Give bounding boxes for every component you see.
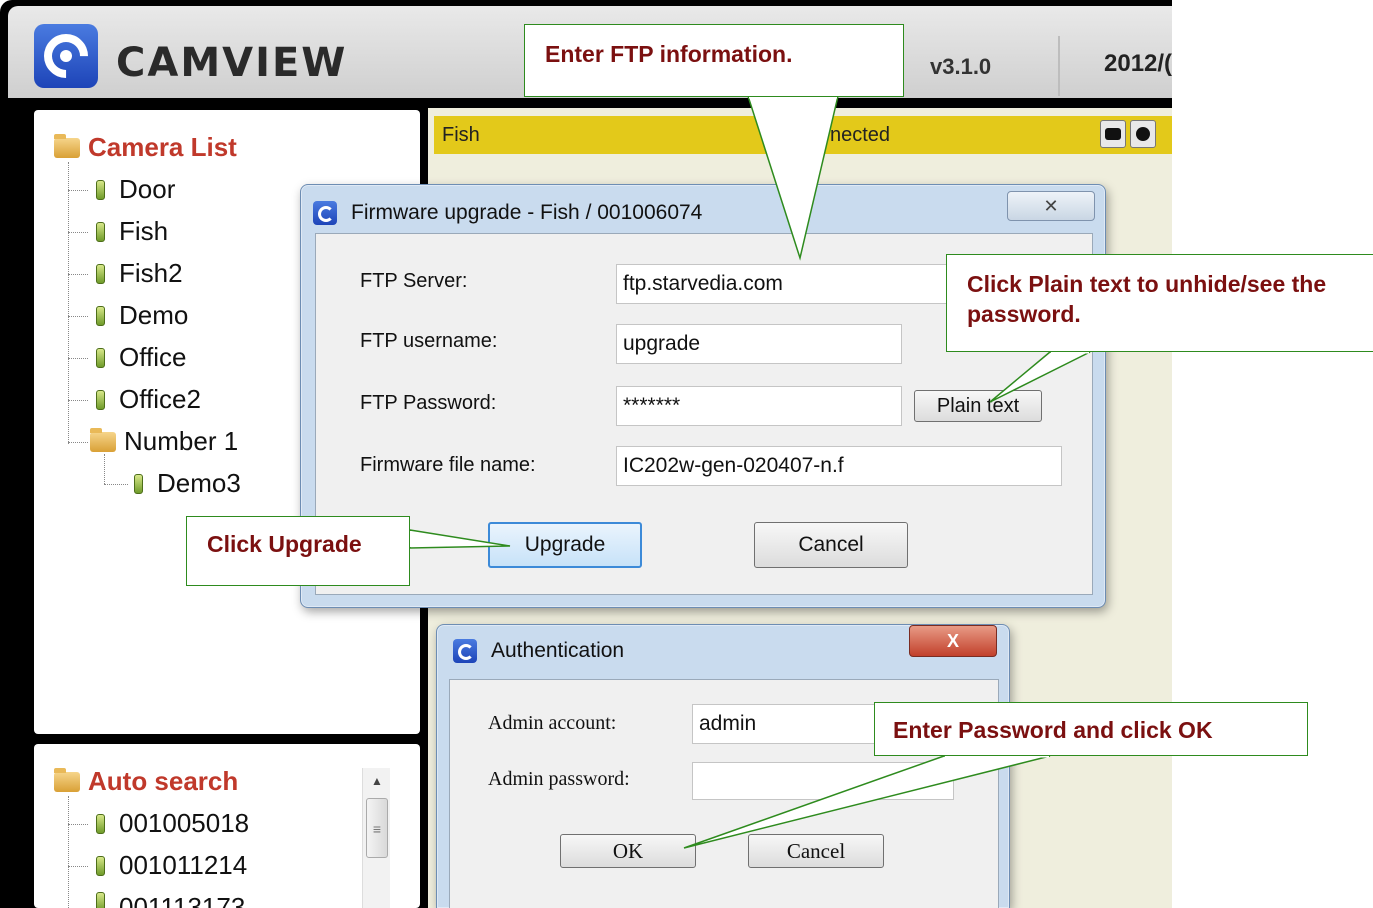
tree-connector xyxy=(68,442,88,443)
tree-connector xyxy=(68,400,88,401)
camview-app-icon xyxy=(313,201,337,225)
callout-auth-text: Enter Password and click OK xyxy=(893,717,1213,743)
camera-group-label: Number 1 xyxy=(124,426,239,456)
ftp-password-input[interactable]: ******* xyxy=(616,386,902,426)
camview-app-icon xyxy=(453,639,477,663)
firmware-filename-label: Firmware file name: xyxy=(360,454,536,476)
firmware-dialog-titlebar: Firmware upgrade - Fish / 001006074 xyxy=(313,201,702,225)
camera-icon xyxy=(96,813,105,834)
camera-icon xyxy=(96,855,105,876)
camera-item-label: Demo xyxy=(119,300,189,330)
tree-connector xyxy=(68,866,88,867)
scroll-up-arrow-icon[interactable]: ▲ xyxy=(363,768,391,794)
app-title: CAMVIEW xyxy=(116,40,348,86)
camera-item-fish[interactable]: Fish xyxy=(96,216,168,247)
tree-connector xyxy=(68,316,88,317)
callout-ftp-info: Enter FTP information. xyxy=(524,24,904,97)
tree-connector xyxy=(68,824,88,825)
auto-search-item-label: 001113173 xyxy=(119,892,246,908)
folder-icon xyxy=(54,767,80,792)
camera-item-demo3[interactable]: Demo3 xyxy=(134,468,241,499)
upgrade-button[interactable]: Upgrade xyxy=(488,522,642,568)
camera-icon xyxy=(134,473,143,494)
camera-item-label: Fish xyxy=(119,216,169,246)
callout-auth: Enter Password and click OK xyxy=(874,702,1308,756)
camera-icon xyxy=(96,179,105,200)
tree-connector xyxy=(68,232,88,233)
admin-account-label: Admin account: xyxy=(488,712,617,734)
camera-item-office2[interactable]: Office2 xyxy=(96,384,201,415)
folder-icon xyxy=(90,427,116,452)
camera-item-fish2[interactable]: Fish2 xyxy=(96,258,183,289)
camera-list-title: Camera List xyxy=(88,132,237,162)
camera-item-office[interactable]: Office xyxy=(96,342,186,373)
camera-name: Fish xyxy=(442,124,480,146)
callout-ftp-info-text: Enter FTP information. xyxy=(545,41,793,67)
admin-password-label: Admin password: xyxy=(488,768,630,790)
app-date: 2012/( xyxy=(1104,50,1172,77)
camera-item-demo[interactable]: Demo xyxy=(96,300,188,331)
ftp-username-label: FTP username: xyxy=(360,330,498,352)
camera-list-header[interactable]: Camera List xyxy=(54,132,237,163)
auto-search-item-label: 001011214 xyxy=(119,850,248,880)
auto-search-title: Auto search xyxy=(88,766,239,796)
record-icon[interactable] xyxy=(1130,120,1156,148)
camera-icon xyxy=(96,892,105,908)
firmware-upgrade-dialog: Firmware upgrade - Fish / 001006074 ✕ FT… xyxy=(300,184,1106,608)
plain-text-button[interactable]: Plain text xyxy=(914,390,1042,422)
auth-cancel-button[interactable]: Cancel xyxy=(748,834,884,868)
callout-plain-text-text: Click Plain text to unhide/see the passw… xyxy=(967,271,1327,327)
tree-connector xyxy=(104,484,128,485)
snapshot-icon[interactable] xyxy=(1100,120,1126,148)
auth-dialog-titlebar: Authentication xyxy=(453,639,624,663)
app-version: v3.1.0 xyxy=(930,54,992,79)
camera-item-label: Fish2 xyxy=(119,258,183,288)
camera-icon xyxy=(96,389,105,410)
camera-item-door[interactable]: Door xyxy=(96,174,175,205)
camera-icon xyxy=(96,263,105,284)
auto-search-item[interactable]: 001113173 xyxy=(96,892,245,908)
tree-connector xyxy=(104,454,105,484)
camview-logo-icon xyxy=(34,24,98,88)
ftp-server-label: FTP Server: xyxy=(360,270,468,292)
camera-status: nected xyxy=(830,124,891,146)
callout-upgrade: Click Upgrade xyxy=(186,516,410,586)
ftp-server-input[interactable]: ftp.starvedia.com xyxy=(616,264,962,304)
auto-search-item[interactable]: 001011214 xyxy=(96,850,247,881)
auto-search-item-label: 001005018 xyxy=(119,808,250,838)
header-divider xyxy=(1058,36,1060,96)
cancel-button[interactable]: Cancel xyxy=(754,522,908,568)
admin-password-input[interactable] xyxy=(692,762,954,800)
camera-item-label: Door xyxy=(119,174,176,204)
camera-item-label: Demo3 xyxy=(157,468,241,498)
ftp-username-input[interactable]: upgrade xyxy=(616,324,902,364)
camera-group-number1[interactable]: Number 1 xyxy=(90,426,238,457)
scroll-thumb[interactable]: ≡ xyxy=(366,798,388,858)
tree-connector xyxy=(68,796,69,908)
camera-icon xyxy=(96,347,105,368)
camera-icon xyxy=(96,305,105,326)
auto-search-item[interactable]: 001005018 xyxy=(96,808,249,839)
tree-connector xyxy=(68,358,88,359)
close-icon[interactable]: ✕ xyxy=(1007,191,1095,221)
camera-title-bar: Fish nected xyxy=(434,116,1172,154)
tree-connector xyxy=(68,162,69,444)
camera-item-label: Office2 xyxy=(119,384,201,414)
auto-search-header[interactable]: Auto search xyxy=(54,766,238,797)
tree-connector xyxy=(68,190,88,191)
authentication-dialog: Authentication X Admin account: admin Ad… xyxy=(436,624,1010,908)
tree-connector xyxy=(68,274,88,275)
auth-dialog-title: Authentication xyxy=(491,639,625,662)
close-icon[interactable]: X xyxy=(909,625,997,657)
auto-search-scrollbar[interactable]: ▲ ≡ xyxy=(362,768,390,908)
ok-button[interactable]: OK xyxy=(560,834,696,868)
firmware-filename-input[interactable]: IC202w-gen-020407-n.f xyxy=(616,446,1062,486)
camera-icon xyxy=(96,221,105,242)
folder-icon xyxy=(54,133,80,158)
camera-item-label: Office xyxy=(119,342,187,372)
firmware-dialog-title: Firmware upgrade - Fish / 001006074 xyxy=(351,201,703,224)
callout-plain-text: Click Plain text to unhide/see the passw… xyxy=(946,254,1373,352)
callout-upgrade-text: Click Upgrade xyxy=(207,531,362,557)
ftp-password-label: FTP Password: xyxy=(360,392,497,414)
